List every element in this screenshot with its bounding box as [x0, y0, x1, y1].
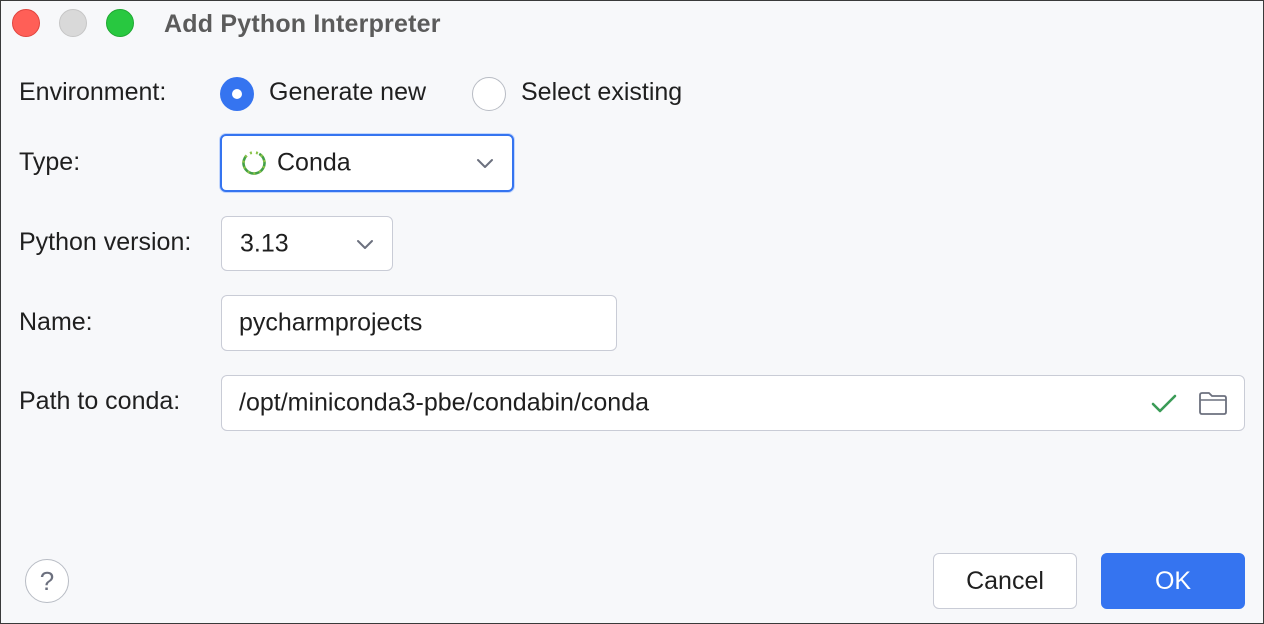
python-version-select[interactable]: 3.13	[221, 216, 393, 271]
maximize-window-button[interactable]	[106, 9, 134, 37]
chevron-down-icon	[357, 239, 373, 249]
cancel-button[interactable]: Cancel	[933, 553, 1077, 609]
title-bar: Add Python Interpreter	[1, 1, 1263, 47]
checkmark-icon	[1151, 394, 1177, 413]
generate-new-radio[interactable]	[220, 77, 254, 111]
add-python-interpreter-dialog: Add Python Interpreter Environment: Gene…	[0, 0, 1264, 624]
help-button[interactable]: ?	[25, 559, 69, 603]
minimize-window-button[interactable]	[59, 9, 87, 37]
select-existing-radio[interactable]	[472, 77, 506, 111]
name-label: Name:	[19, 308, 93, 336]
generate-new-label[interactable]: Generate new	[269, 78, 426, 107]
type-value: Conda	[277, 148, 351, 177]
dialog-title: Add Python Interpreter	[164, 10, 441, 38]
path-to-conda-value[interactable]: /opt/miniconda3-pbe/condabin/conda	[239, 389, 649, 418]
name-input-value[interactable]: pycharmprojects	[239, 309, 422, 338]
path-to-conda-label: Path to conda:	[19, 387, 181, 415]
name-input[interactable]: pycharmprojects	[221, 295, 617, 351]
chevron-down-icon	[477, 159, 493, 168]
type-label: Type:	[19, 148, 81, 176]
select-existing-label[interactable]: Select existing	[521, 78, 682, 107]
close-window-button[interactable]	[12, 9, 40, 37]
path-to-conda-input[interactable]: /opt/miniconda3-pbe/condabin/conda	[221, 375, 1245, 431]
ok-button[interactable]: OK	[1101, 553, 1245, 609]
folder-icon[interactable]	[1198, 390, 1228, 416]
type-select[interactable]: Conda	[220, 134, 514, 192]
environment-label: Environment:	[19, 78, 167, 106]
python-version-label: Python version:	[19, 228, 192, 256]
conda-icon	[242, 151, 266, 175]
python-version-value: 3.13	[240, 229, 289, 257]
